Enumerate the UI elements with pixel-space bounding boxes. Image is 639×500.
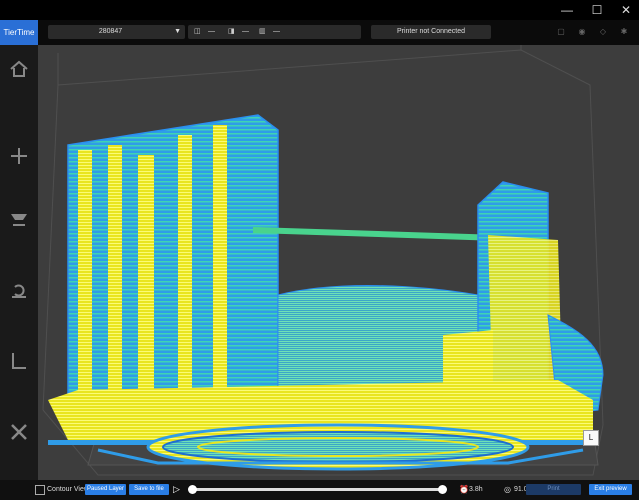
plus-icon <box>11 148 27 164</box>
height-icon: ▥ <box>259 28 266 35</box>
model-dimensions: ◫ — ◨ — ▥ — <box>188 25 361 39</box>
connecting-rod <box>253 227 500 241</box>
title-bar <box>0 0 639 20</box>
close-button[interactable]: ✕ <box>613 0 639 20</box>
printer-status[interactable]: Printer not Connected <box>371 25 491 39</box>
print-button[interactable]: Print <box>526 484 581 495</box>
gem-icon[interactable]: ◇ <box>598 27 608 37</box>
printer-icon[interactable]: ▢ <box>556 27 566 37</box>
play-button[interactable]: ▷ <box>173 484 180 495</box>
width-value: — <box>208 28 215 35</box>
tools-icon <box>11 424 27 440</box>
save-to-file-button[interactable]: Save to file <box>129 484 169 495</box>
height-value: — <box>273 28 280 35</box>
filament-icon <box>12 284 26 298</box>
sidebar-item-add[interactable] <box>6 143 32 169</box>
minimize-button[interactable]: — <box>554 0 580 20</box>
model-select[interactable]: 280847 ▼ <box>48 25 185 39</box>
contour-view-checkbox[interactable] <box>35 485 45 495</box>
sidebar-item-maintenance[interactable] <box>6 277 32 303</box>
sidebar-item-print[interactable] <box>6 207 32 233</box>
depth-icon: ◨ <box>228 28 235 35</box>
calibrate-icon <box>12 353 26 369</box>
layer-preview-viewport[interactable]: L <box>38 45 639 480</box>
layer-slider-start-handle[interactable] <box>188 485 197 494</box>
sidebar-item-tools[interactable] <box>6 419 32 445</box>
depth-value: — <box>242 28 249 35</box>
weight-icon: ◎ <box>504 485 511 494</box>
clock-icon: ⏰ <box>459 485 469 494</box>
sidebar-item-home[interactable] <box>6 56 32 82</box>
width-icon: ◫ <box>194 28 201 35</box>
model-name: 280847 <box>98 28 123 35</box>
home-icon <box>10 60 28 77</box>
paused-layer-button[interactable]: Paused Layer <box>85 484 126 495</box>
chevron-down-icon: ▼ <box>174 28 181 35</box>
layer-slider-track[interactable] <box>190 488 445 491</box>
maximize-button[interactable]: ☐ <box>584 0 610 20</box>
exit-preview-button[interactable]: Exit preview <box>589 484 632 495</box>
layer-slider-end-handle[interactable] <box>438 485 447 494</box>
ring-inner <box>162 431 514 463</box>
camera-icon[interactable]: ◉ <box>577 27 587 37</box>
app-logo[interactable]: TierTime <box>0 20 38 45</box>
view-cube[interactable]: L <box>583 430 599 446</box>
print-time: 3.8h <box>469 486 483 493</box>
sidebar-item-calibrate[interactable] <box>6 348 32 374</box>
tower-left <box>67 114 279 406</box>
contour-view-label: Contour View <box>47 486 89 493</box>
settings-icon[interactable]: ✱ <box>619 27 629 37</box>
print-icon <box>11 214 27 226</box>
